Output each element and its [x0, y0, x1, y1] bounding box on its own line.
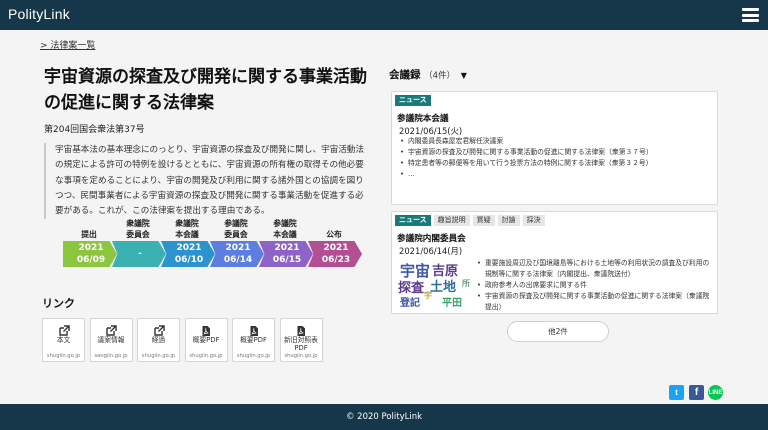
- agenda-list: 内閣委員長森屋宏君解任決議案 宇宙資源の探査及び開発に関する事業活動の促進に関す…: [400, 136, 705, 180]
- top-navbar: PolityLink: [0, 0, 768, 30]
- site-logo[interactable]: PolityLink: [8, 6, 70, 22]
- links-heading: リンク: [42, 297, 75, 310]
- agenda-item: 宇宙資源の探査及び開発に関する事業活動の促進に関する法律案（衆第３７号）: [400, 147, 705, 158]
- pdf-icon: [295, 322, 307, 336]
- hamburger-icon[interactable]: [742, 8, 759, 22]
- bill-number: 第204回国会衆法第37号: [44, 125, 145, 135]
- link-domain: shugiin.go.jp: [46, 353, 81, 359]
- agenda-item: 政府参考人の出席要求に関する件: [477, 280, 715, 291]
- progress-step-label: 衆議院 委員会: [126, 219, 150, 239]
- line-share-button[interactable]: LINE: [708, 385, 723, 400]
- link-label: 概要PDF: [240, 336, 267, 344]
- records-toggle[interactable]: 会議録 （4件） ▼: [389, 67, 467, 82]
- cloud-word: 土地: [430, 280, 457, 295]
- agenda-item: 内閣委員長森屋宏君解任決議案: [400, 136, 705, 147]
- footer: © 2020 PolityLink: [0, 404, 768, 430]
- word-cloud: 宇宙 吉原 探査 土地 登記 平田 宇 所: [398, 260, 472, 310]
- tag-list: ニュース 趣旨説明 質疑 討論 採決: [395, 215, 545, 226]
- link-label: 概要PDF: [192, 336, 220, 344]
- progress-tracker: 提出 2021 06/09 衆議院 委員会 - 衆議院 本会議 2021 06/10 参議院 委員会 2…: [63, 218, 363, 270]
- twitter-share-button[interactable]: t: [669, 385, 684, 400]
- tag-list: ニュース: [395, 95, 431, 106]
- cloud-word: 所: [462, 279, 470, 288]
- page-title: 宇宙資源の探査及び開発に関する事業活動の促進に関する法律案: [44, 67, 367, 113]
- external-link-icon: [153, 322, 165, 336]
- link-domain: shugiin.go.jp: [189, 353, 223, 359]
- cloud-word: 平田: [442, 298, 462, 309]
- tag: ニュース: [395, 215, 431, 226]
- agenda-list: 重要施設周辺及び国境離島等における土地等の利用状況の調査及び利用の規制等に関する…: [477, 258, 715, 313]
- link-card[interactable]: 新旧対照表PDF shugiin.go.jp: [279, 318, 323, 362]
- link-card[interactable]: 概要PDF shugiin.go.jp: [232, 318, 275, 362]
- progress-step-label: 参議院 本会議: [273, 219, 297, 239]
- tag: 採決: [522, 215, 545, 226]
- records-heading-label: 会議録: [389, 69, 421, 81]
- progress-step-label: 参議院 委員会: [224, 219, 248, 239]
- tag: ニュース: [395, 95, 431, 106]
- link-domain: shugiin.go.jp: [284, 353, 318, 359]
- record-date: 2021/06/14(月): [399, 246, 463, 256]
- records-count: （4件）: [424, 71, 456, 81]
- link-domain: sangiin.go.jp: [94, 353, 128, 359]
- chevron-down-icon: ▼: [460, 71, 467, 80]
- link-label: 経過: [151, 336, 166, 344]
- progress-step-label: 公布: [326, 230, 342, 239]
- agenda-item: 特定患者等の郵便等を用いて行う投票方法の特例に関する法律案（衆第３２号）: [400, 158, 705, 169]
- tag: 趣旨説明: [433, 215, 470, 226]
- bill-summary: 宇宙基本法の基本理念にのっとり、宇宙資源の探査及び開発に関し、宇宙活動法の規定に…: [44, 143, 371, 220]
- record-card[interactable]: ニュース 参議院本会議 2021/06/15(火) 内閣委員長森屋宏君解任決議案…: [391, 91, 718, 205]
- record-title: 参議院内閣委員会: [397, 234, 466, 244]
- agenda-item: 宇宙資源の探査及び開発に関する事業活動の促進に関する法律案（衆議院提出）: [477, 291, 715, 313]
- progress-step-label: 提出: [81, 230, 97, 239]
- record-card[interactable]: ニュース 趣旨説明 質疑 討論 採決 参議院内閣委員会 2021/06/14(月…: [391, 211, 718, 314]
- cloud-word: 宇: [424, 291, 432, 300]
- pdf-icon: [248, 322, 260, 336]
- tag: 質疑: [472, 215, 495, 226]
- record-title: 参議院本会議: [397, 114, 449, 124]
- breadcrumb[interactable]: > 法律案一覧: [40, 38, 95, 51]
- progress-step: -: [112, 241, 166, 267]
- external-link-icon: [105, 322, 117, 336]
- progress-step: 2021 06/15: [259, 241, 313, 267]
- link-label: 議案情報: [97, 336, 125, 344]
- link-label: 新旧対照表PDF: [284, 336, 318, 352]
- external-link-icon: [58, 322, 70, 336]
- agenda-item: 重要施設周辺及び国境離島等における土地等の利用状況の調査及び利用の規制等に関する…: [477, 258, 715, 280]
- pdf-icon: [200, 322, 212, 336]
- cloud-word: 登記: [400, 298, 420, 309]
- link-domain: shugiin.go.jp: [236, 353, 271, 359]
- progress-step: 2021 06/09: [63, 241, 117, 267]
- facebook-share-button[interactable]: f: [689, 385, 704, 400]
- progress-step: 2021 06/14: [210, 241, 264, 267]
- link-label: 本文: [56, 336, 71, 344]
- link-card[interactable]: 経過 shugiin.go.jp: [137, 318, 180, 362]
- progress-step: 2021 06/10: [161, 241, 215, 267]
- progress-step: 2021 06/23: [308, 241, 362, 267]
- link-domain: shugiin.go.jp: [141, 353, 176, 359]
- link-card[interactable]: 概要PDF shugiin.go.jp: [184, 318, 228, 362]
- tag: 討論: [497, 215, 520, 226]
- link-card[interactable]: 本文 shugiin.go.jp: [42, 318, 85, 362]
- progress-step-label: 衆議院 本会議: [175, 219, 199, 239]
- link-card[interactable]: 議案情報 sangiin.go.jp: [89, 318, 133, 362]
- agenda-item: …: [400, 169, 705, 180]
- more-records-button[interactable]: 他2件: [507, 321, 609, 342]
